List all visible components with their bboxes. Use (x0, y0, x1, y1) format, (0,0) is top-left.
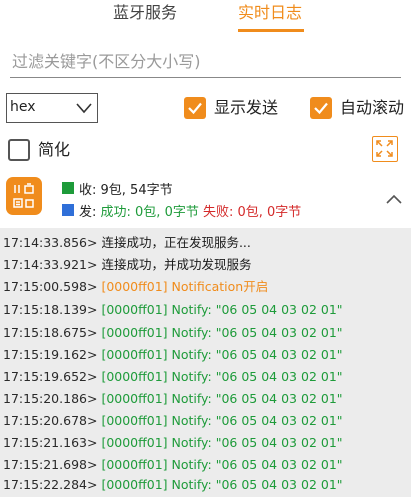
active-tab-indicator (238, 29, 304, 32)
log-row: 17:15:18.139> [0000ff01] Notify: "06 05 … (3, 299, 343, 321)
auto-scroll-checkbox[interactable] (310, 97, 332, 119)
log-message: [0000ff01] Notify: "06 05 04 03 02 01" (101, 302, 343, 317)
log-timestamp: 17:15:19.162> (3, 347, 98, 362)
received-square-icon (62, 182, 74, 194)
sent-stats: 发: 成功: 0包, 0字节 失败: 0包, 0字节 (79, 201, 301, 220)
show-sent-label: 显示发送 (214, 98, 279, 117)
log-row: 17:15:19.162> [0000ff01] Notify: "06 05 … (3, 344, 343, 366)
log-message: [0000ff01] Notification开启 (101, 279, 269, 294)
filter-input[interactable] (10, 46, 401, 76)
format-select[interactable]: hex (6, 93, 98, 123)
log-timestamp: 17:15:20.678> (3, 413, 98, 428)
filter-field (10, 46, 401, 80)
log-row: 17:15:22.284> [0000ff01] Notify: "06 05 … (3, 474, 343, 496)
log-timestamp: 17:15:21.698> (3, 457, 98, 472)
log-timestamp: 17:14:33.856> (3, 235, 98, 250)
tab-bar: 蓝牙服务 实时日志 (0, 0, 411, 34)
stats-panel: 收: 9包, 54字节 发: 成功: 0包, 0字节 失败: 0包, 0字节 (0, 170, 411, 228)
format-select-value: hex (10, 99, 36, 115)
sent-square-icon (62, 204, 74, 216)
show-sent-checkbox[interactable] (184, 97, 206, 119)
log-message: [0000ff01] Notify: "06 05 04 03 02 01" (101, 413, 343, 428)
log-timestamp: 17:15:22.284> (3, 477, 98, 492)
pause-clear-icon (13, 183, 34, 208)
checkmark-icon (188, 102, 202, 115)
log-timestamp: 17:15:18.139> (3, 302, 98, 317)
log-message: 连接成功，正在发现服务... (101, 235, 251, 250)
log-row: 17:15:18.675> [0000ff01] Notify: "06 05 … (3, 322, 343, 344)
chevron-down-icon (76, 103, 92, 114)
log-row: 17:15:20.678> [0000ff01] Notify: "06 05 … (3, 410, 343, 432)
received-value: 9包, 54字节 (100, 183, 173, 198)
log-message: [0000ff01] Notify: "06 05 04 03 02 01" (101, 477, 343, 492)
log-row: 17:15:19.652> [0000ff01] Notify: "06 05 … (3, 366, 343, 388)
log-timestamp: 17:15:18.675> (3, 325, 98, 340)
log-timestamp: 17:15:19.652> (3, 369, 98, 384)
log-message: [0000ff01] Notify: "06 05 04 03 02 01" (101, 347, 343, 362)
log-row: 17:15:21.698> [0000ff01] Notify: "06 05 … (3, 454, 343, 476)
log-row: 17:14:33.856> 连接成功，正在发现服务... (3, 232, 251, 254)
log-message: [0000ff01] Notify: "06 05 04 03 02 01" (101, 457, 343, 472)
log-list[interactable]: 17:14:33.856> 连接成功，正在发现服务... 17:14:33.92… (0, 228, 411, 497)
log-timestamp: 17:14:33.921> (3, 257, 98, 272)
log-row: 17:15:21.163> [0000ff01] Notify: "06 05 … (3, 432, 343, 454)
checkmark-icon (314, 102, 328, 115)
chevron-up-icon[interactable] (385, 193, 403, 205)
expand-icon (376, 140, 393, 157)
log-message: 连接成功，并成功发现服务 (101, 257, 252, 272)
sent-prefix: 发: (79, 205, 101, 220)
log-timestamp: 17:15:20.186> (3, 391, 98, 406)
pause-clear-button[interactable] (6, 177, 42, 215)
log-row: 17:14:33.921> 连接成功，并成功发现服务 (3, 254, 251, 276)
auto-scroll-label: 自动滚动 (340, 98, 405, 117)
received-stats: 收: 9包, 54字节 (79, 179, 173, 198)
simplify-label: 简化 (38, 140, 71, 159)
received-prefix: 收: (79, 183, 101, 198)
sent-fail: 失败: 0包, 0字节 (202, 205, 302, 220)
log-message: [0000ff01] Notify: "06 05 04 03 02 01" (101, 325, 343, 340)
log-timestamp: 17:15:21.163> (3, 435, 98, 450)
log-row: 17:15:00.598> [0000ff01] Notification开启 (3, 276, 268, 298)
log-row: 17:15:20.186> [0000ff01] Notify: "06 05 … (3, 388, 343, 410)
log-message: [0000ff01] Notify: "06 05 04 03 02 01" (101, 369, 343, 384)
filter-underline (10, 77, 401, 78)
log-message: [0000ff01] Notify: "06 05 04 03 02 01" (101, 391, 343, 406)
log-message: [0000ff01] Notify: "06 05 04 03 02 01" (101, 435, 343, 450)
log-timestamp: 17:15:00.598> (3, 279, 98, 294)
simplify-checkbox[interactable] (8, 139, 30, 161)
sent-success: 成功: 0包, 0字节 (100, 205, 199, 220)
fullscreen-button[interactable] (372, 136, 398, 162)
